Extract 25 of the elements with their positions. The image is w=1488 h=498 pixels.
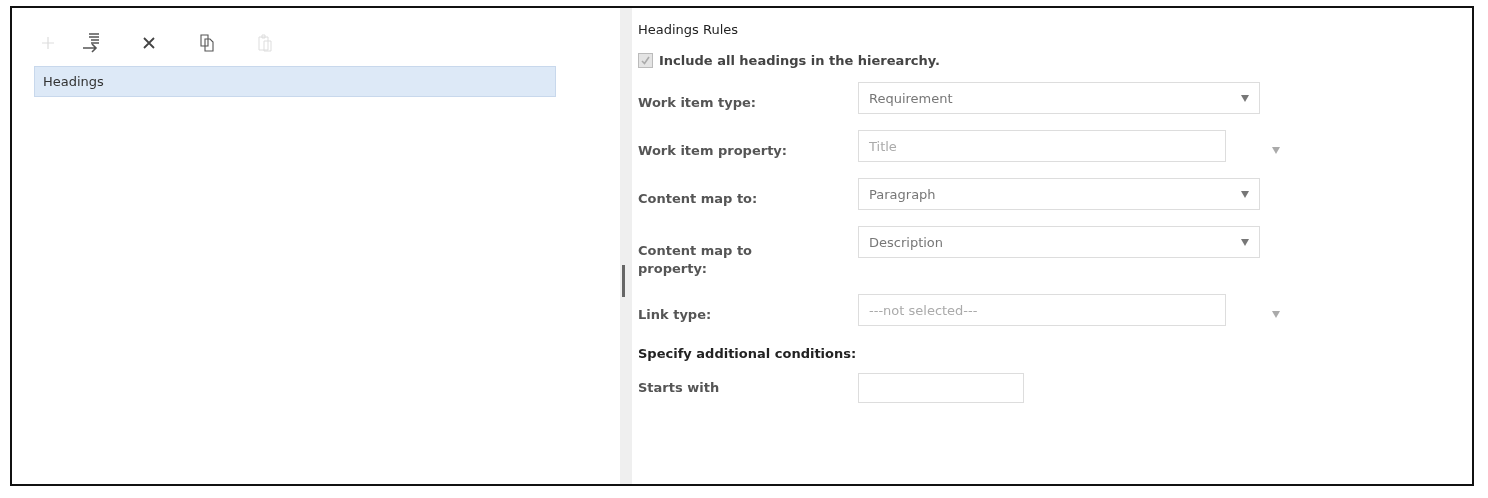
field-label: Content map to: (638, 190, 759, 208)
plus-icon (41, 36, 55, 50)
dropdown-field[interactable]: Paragraph (858, 178, 1260, 210)
field-label: Work item property: (638, 142, 789, 160)
input-field[interactable] (858, 373, 1024, 403)
copy-icon (200, 34, 214, 52)
field-label: Starts with (638, 379, 721, 397)
close-icon (142, 36, 156, 50)
checkbox-label: Include all headings in the hierearchy. (659, 53, 940, 68)
paste-icon (258, 34, 272, 52)
tree-item[interactable]: Headings (34, 66, 556, 97)
conditions-heading: Specify additional conditions: (638, 346, 858, 361)
indent-icon (81, 32, 101, 54)
dropdown-field[interactable]: Description (858, 226, 1260, 258)
dropdown-arrow-icon[interactable] (1272, 147, 1280, 154)
dropdown-arrow-icon[interactable] (1241, 238, 1249, 246)
dropdown-field[interactable]: Requirement (858, 82, 1260, 114)
field-label: Link type: (638, 306, 713, 324)
dropdown-arrow-icon[interactable] (1241, 94, 1249, 102)
dropdown-arrow-icon[interactable] (1272, 311, 1280, 318)
field-label: Content map to property: (638, 242, 754, 278)
field-label: Work item type: (638, 94, 757, 112)
section-title: Headings Rules (638, 22, 740, 37)
dropdown-arrow-icon[interactable] (1241, 190, 1249, 198)
splitter-grip[interactable] (622, 265, 625, 297)
